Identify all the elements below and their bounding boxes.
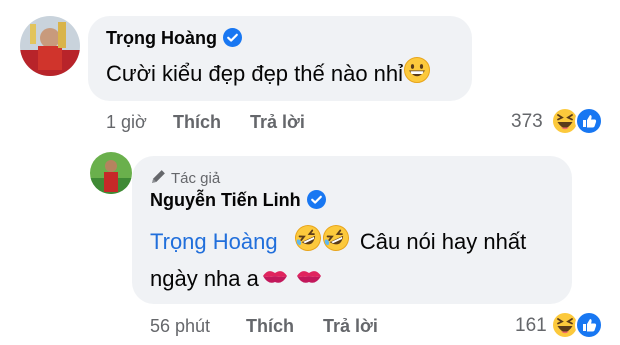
reply-author-name[interactable]: Nguyễn Tiến Linh [150, 190, 301, 210]
like-button[interactable]: Thích [246, 316, 294, 337]
reply-time[interactable]: 56 phút [150, 316, 210, 337]
comment-text: Cười kiểu đẹp đẹp thế nào nhỉ [106, 56, 431, 94]
reply-button[interactable]: Trả lời [323, 316, 378, 337]
like-label[interactable]: Thích [246, 316, 294, 336]
like-reaction-icon [575, 107, 603, 135]
reaction-icons[interactable] [551, 311, 605, 339]
like-label[interactable]: Thích [173, 112, 221, 132]
avatar-nguyen-tien-linh[interactable] [90, 152, 132, 194]
comment-author-name[interactable]: Trọng Hoàng [106, 28, 217, 48]
avatar-image [90, 152, 132, 194]
reply-text-body-2: ngày nha a [150, 266, 259, 291]
mention-link[interactable]: Trọng Hoàng [150, 229, 278, 254]
like-button[interactable]: Thích [173, 112, 221, 133]
rofl-emoji-icon [294, 224, 322, 262]
verified-badge-icon [223, 28, 242, 52]
reply-text-line2: ngày nha a [150, 262, 323, 297]
like-reaction-icon [575, 311, 603, 339]
author-badge-label: Tác giả [171, 170, 221, 187]
grinning-emoji-icon [403, 56, 431, 94]
rofl-emoji-icon [322, 224, 350, 262]
avatar-trong-hoang[interactable] [20, 16, 80, 76]
kiss-mark-icon [261, 263, 289, 297]
reply-label[interactable]: Trả lời [323, 316, 378, 336]
pencil-icon [150, 168, 167, 189]
kiss-mark-icon [295, 263, 323, 297]
reaction-count[interactable]: 373 [511, 111, 543, 133]
reaction-count[interactable]: 161 [515, 315, 547, 337]
comment-text-body: Cười kiểu đẹp đẹp thế nào nhỉ [106, 60, 404, 86]
reply-text-body: Câu nói hay nhất [359, 228, 527, 254]
reaction-icons[interactable] [551, 107, 605, 135]
comment-author[interactable]: Trọng Hoàng [106, 28, 242, 52]
avatar-image [20, 16, 80, 76]
comment-time[interactable]: 1 giờ [106, 112, 147, 133]
reply-text-line1: Trọng Hoàng Câu nói hay nhất [150, 224, 526, 262]
author-badge: Tác giả [150, 168, 220, 189]
reply-button[interactable]: Trả lời [250, 112, 305, 133]
reply-label[interactable]: Trả lời [250, 112, 305, 132]
reply-author[interactable]: Nguyễn Tiến Linh [150, 190, 326, 214]
verified-badge-icon [306, 190, 326, 214]
